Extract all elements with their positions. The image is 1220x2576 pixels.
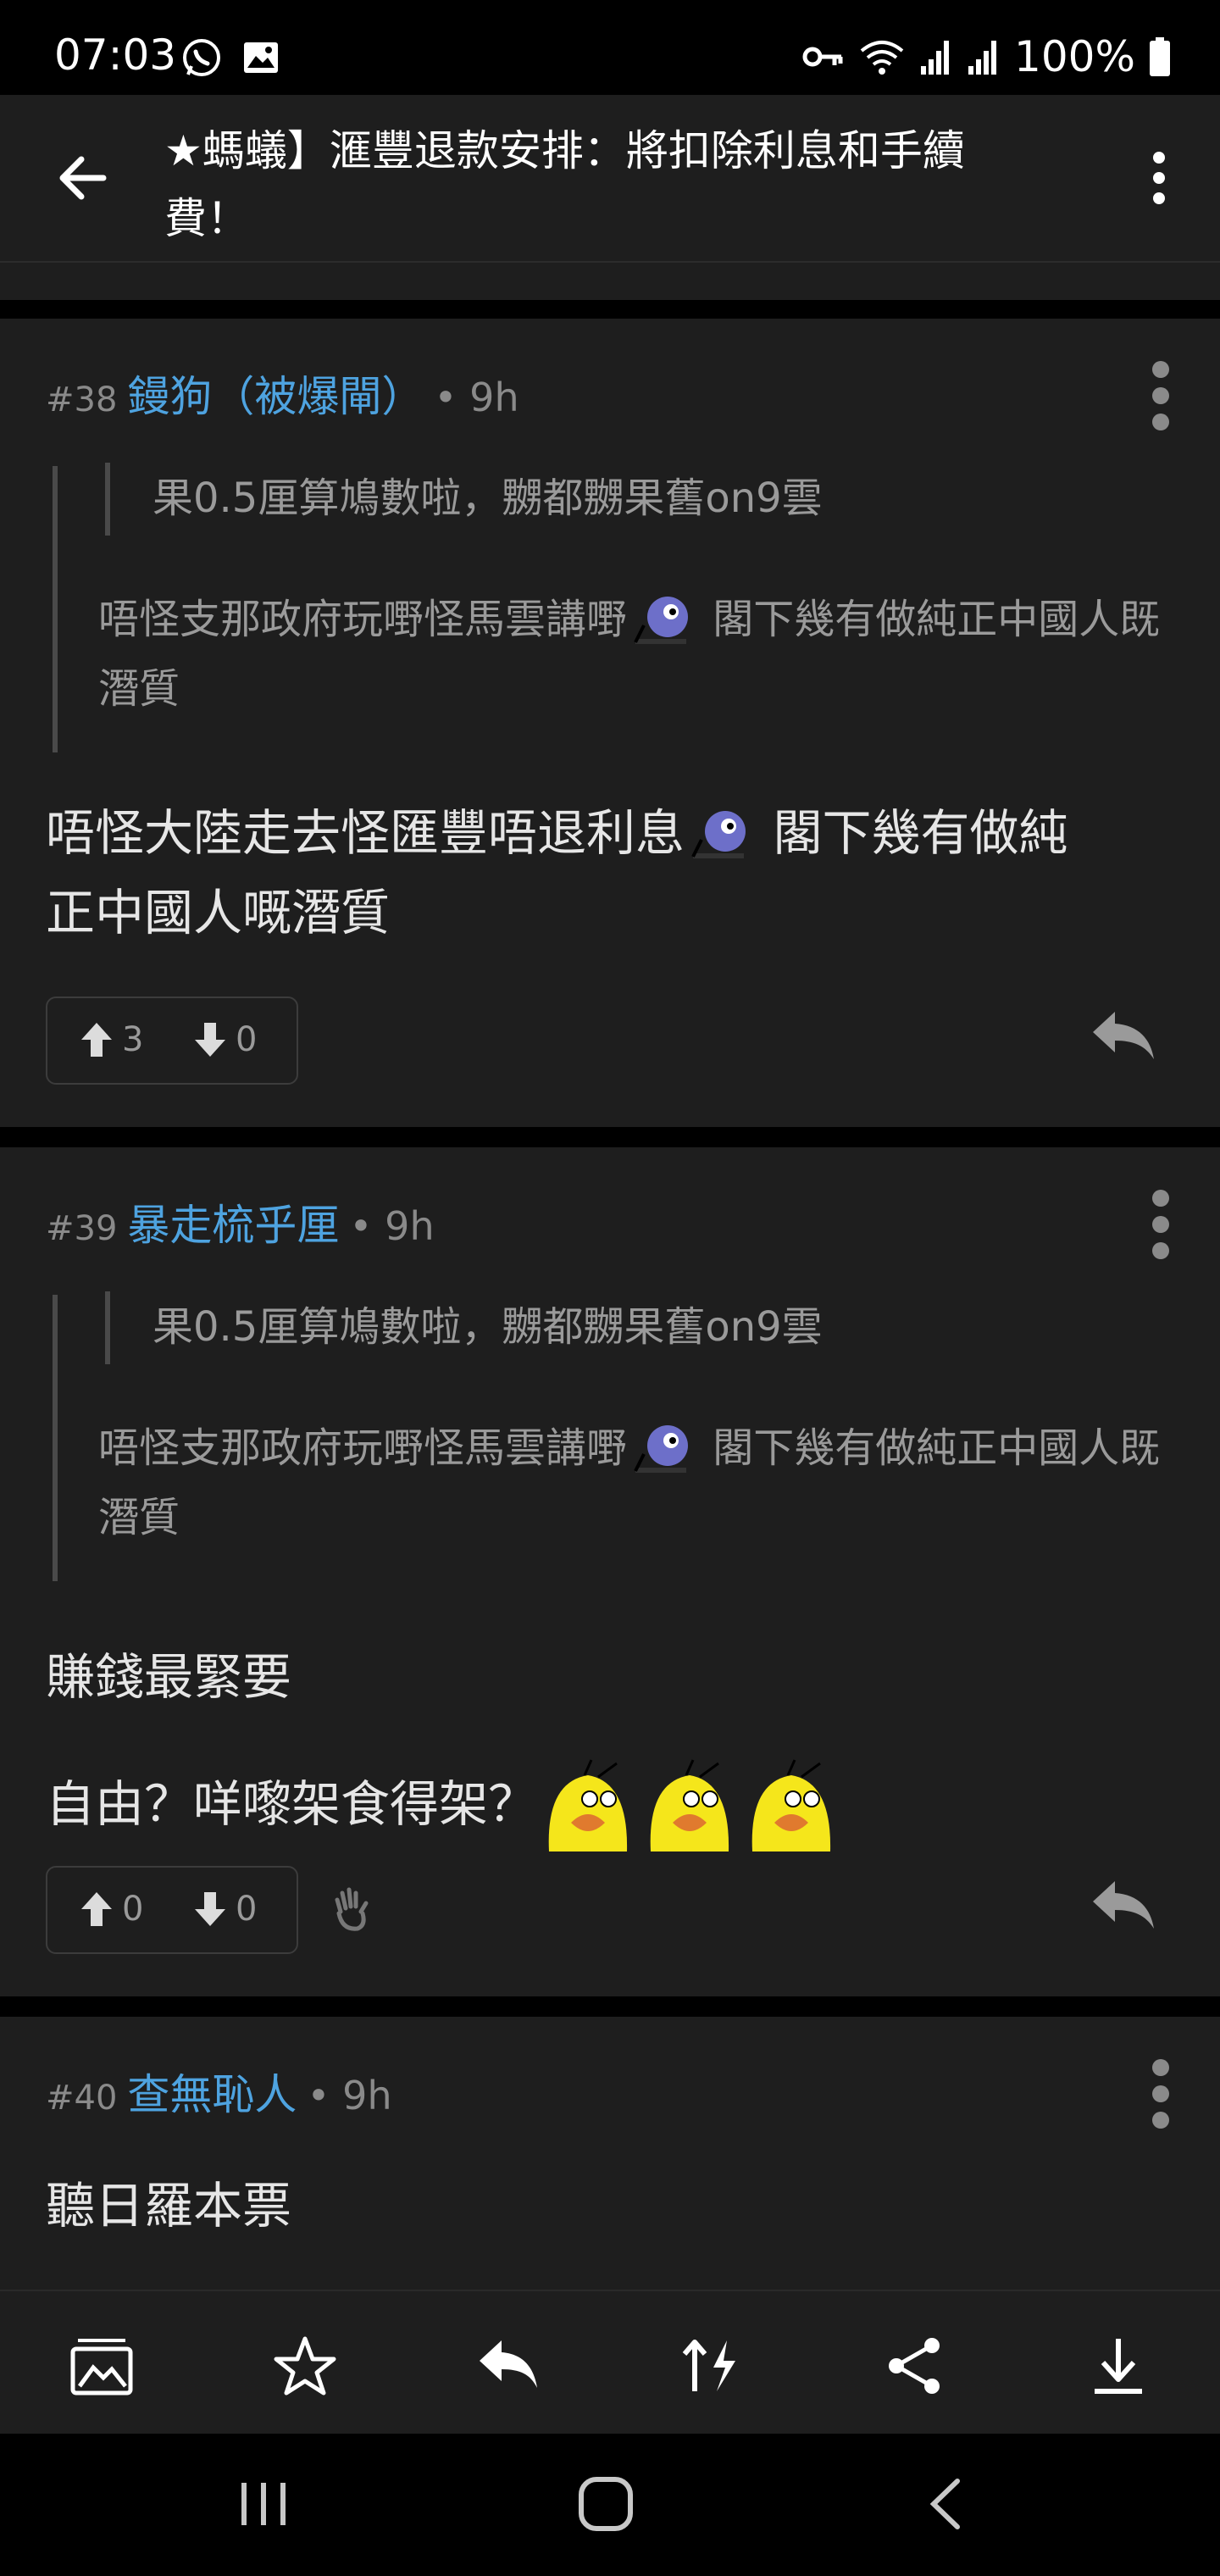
previous-post-end <box>0 263 1220 300</box>
quote-text-main: 唔怪支那政府玩嘢怪馬雲講嘢 <box>98 1424 628 1472</box>
hand-wave-icon[interactable] <box>332 1886 374 1932</box>
more-vertical-icon[interactable] <box>1135 358 1186 434</box>
whatsapp-icon <box>183 39 220 76</box>
battery-icon <box>1150 37 1170 76</box>
quote-text: 唔怪支那政府玩嘢怪馬雲講嘢 閣下幾有做純正中國人既潛質 <box>98 1413 1174 1552</box>
vote-box: 3 0 <box>46 997 298 1085</box>
post-header: #38 鏝狗（被爆閘） • 9h <box>46 363 519 421</box>
post-header: #40 查無恥人 • 9h <box>46 2061 392 2119</box>
arrow-up-icon <box>81 1023 112 1057</box>
sticker-icon <box>691 810 746 858</box>
back-icon[interactable] <box>920 2474 971 2534</box>
post-body-line: 唔怪大陸走去怪匯豐唔退利息 <box>46 804 685 862</box>
wifi-icon <box>860 41 904 75</box>
battery-percent: 100% <box>1014 32 1135 81</box>
bottom-toolbar <box>0 2290 1220 2435</box>
upvote-count: 0 <box>122 1890 144 1929</box>
more-vertical-icon[interactable] <box>1135 1186 1186 1263</box>
home-icon[interactable] <box>576 2474 635 2534</box>
vpn-key-icon <box>802 47 843 67</box>
gallery-icon[interactable] <box>69 2335 134 2396</box>
post-body-line: 閣下幾有做純 <box>773 804 1068 862</box>
arrow-left-icon[interactable] <box>53 147 114 208</box>
post-username[interactable]: 暴走梳乎厘 <box>127 1191 339 1252</box>
upvote-count: 3 <box>122 1020 144 1059</box>
post-header: #39 暴走梳乎厘 • 9h <box>46 1191 435 1250</box>
signal-icon <box>921 41 950 75</box>
system-nav-bar <box>0 2434 1220 2576</box>
arrow-up-icon <box>81 1892 112 1926</box>
chick-sticker-icon <box>751 1759 831 1852</box>
downvote-button[interactable]: 0 <box>193 1890 257 1929</box>
downvote-count: 0 <box>236 1020 258 1059</box>
share-icon[interactable] <box>883 2335 947 2396</box>
status-time: 07:03 <box>54 31 177 80</box>
post-body-line: 自由？咩嚟架食得架？ <box>46 1775 538 1833</box>
chick-sticker-icon <box>548 1759 628 1852</box>
quote-text: 唔怪支那政府玩嘢怪馬雲講嘢 閣下幾有做純正中國人既潛質 <box>98 585 1174 724</box>
post-body: 聽日羅本票 <box>46 2166 1164 2246</box>
post-40: #40 查無恥人 • 9h 聽日羅本票 <box>0 2017 1220 2290</box>
upvote-button[interactable]: 3 <box>80 1020 143 1059</box>
post-body-line: 聽日羅本票 <box>46 2177 292 2235</box>
post-username[interactable]: 鏝狗（被爆閘） <box>127 363 424 424</box>
reply-icon[interactable] <box>476 2335 541 2396</box>
post-number: #38 <box>46 380 118 419</box>
sticker-icon <box>634 597 689 644</box>
post-39: #39 暴走梳乎厘 • 9h 果0.5厘算鳩數啦，嬲都嬲果舊on9雲 唔怪支那政… <box>0 1147 1220 1996</box>
download-icon[interactable] <box>1086 2335 1151 2396</box>
downvote-button[interactable]: 0 <box>193 1020 257 1059</box>
app-bar: ★螞蟻】滙豐退款安排：將扣除利息和手續費！ <box>0 95 1220 263</box>
signal-icon <box>968 41 997 75</box>
more-vertical-icon[interactable] <box>1135 2056 1186 2132</box>
nested-quote: 果0.5厘算鳩數啦，嬲都嬲果舊on9雲 <box>105 463 1169 536</box>
thread-title: ★螞蟻】滙豐退款安排：將扣除利息和手續費！ <box>164 126 965 243</box>
post-number: #39 <box>46 1209 118 1248</box>
star-icon[interactable] <box>273 2335 337 2396</box>
post-username[interactable]: 查無恥人 <box>127 2061 297 2122</box>
nested-quote-text: 果0.5厘算鳩數啦，嬲都嬲果舊on9雲 <box>152 475 823 522</box>
upvote-button[interactable]: 0 <box>80 1890 143 1929</box>
reply-icon[interactable] <box>1090 1007 1157 1066</box>
more-vertical-icon[interactable] <box>1132 147 1186 208</box>
post-time: • 9h <box>349 1203 435 1249</box>
post-body: 唔怪大陸走去怪匯豐唔退利息 閣下幾有做純 正中國人嘅潛質 <box>46 793 1164 952</box>
gallery-icon <box>244 42 278 73</box>
post-time: • 9h <box>434 375 519 420</box>
post-time: • 9h <box>307 2073 392 2118</box>
chick-sticker-icon <box>650 1759 729 1852</box>
arrow-down-icon <box>195 1023 225 1057</box>
vote-box: 0 0 <box>46 1866 298 1954</box>
post-body-line: 正中國人嘅潛質 <box>46 884 391 941</box>
post-body-line: 賺錢最緊要 <box>46 1648 292 1706</box>
status-bar: 07:03 100% <box>0 0 1220 95</box>
recent-apps-icon[interactable] <box>237 2474 290 2534</box>
reply-icon[interactable] <box>1090 1876 1157 1935</box>
downvote-count: 0 <box>236 1890 258 1929</box>
post-38: #38 鏝狗（被爆閘） • 9h 果0.5厘算鳩數啦，嬲都嬲果舊on9雲 唔怪支… <box>0 319 1220 1127</box>
sticker-icon <box>634 1425 689 1473</box>
sort-icon[interactable] <box>679 2335 744 2396</box>
nested-quote: 果0.5厘算鳩數啦，嬲都嬲果舊on9雲 <box>105 1291 1169 1364</box>
nested-quote-text: 果0.5厘算鳩數啦，嬲都嬲果舊on9雲 <box>152 1303 823 1351</box>
post-number: #40 <box>46 2079 118 2118</box>
quote-text-main: 唔怪支那政府玩嘢怪馬雲講嘢 <box>98 596 628 643</box>
arrow-down-icon <box>195 1892 225 1926</box>
post-body: 賺錢最緊要 自由？咩嚟架食得架？ <box>46 1613 1164 1868</box>
